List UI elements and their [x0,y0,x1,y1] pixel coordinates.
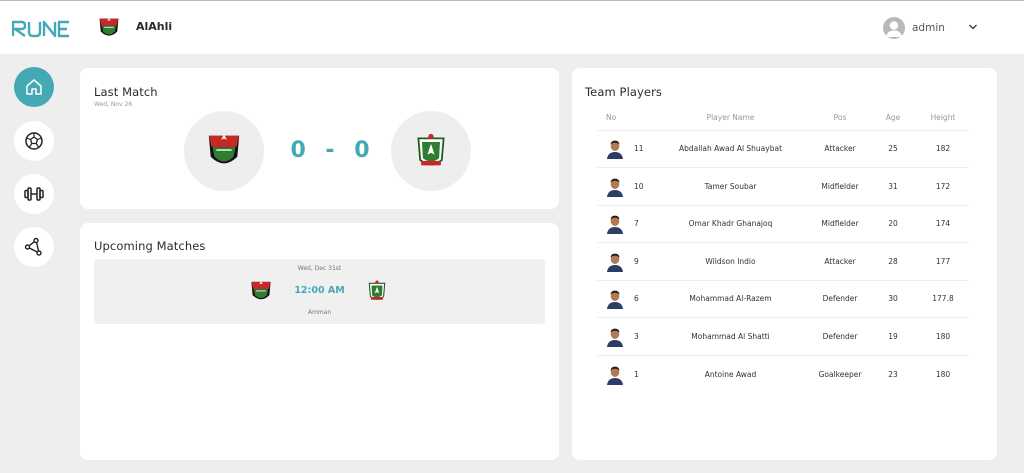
column-header-height[interactable]: Height [917,106,969,130]
player-age: 28 [869,242,917,280]
player-number-cell: 9 [597,242,650,280]
player-photo-icon [606,326,624,347]
away-score: 0 [354,138,372,163]
top-bar: AlAhli admin [0,0,1024,54]
team-players-table: No Player Name Pos Age Height 11 Abdalla… [597,106,969,393]
player-photo-icon [606,176,624,197]
upcoming-matches-title: Upcoming Matches [94,239,206,253]
player-photo-icon [606,251,624,272]
player-position: Midfielder [811,204,869,243]
player-number: 6 [634,294,639,304]
player-photo-icon [606,288,624,309]
player-name: Omar Khadr Ghanajoq [650,204,811,243]
alahli-crest-icon [205,130,243,172]
player-position: Defender [811,317,869,355]
player-photo-icon [606,138,624,159]
player-age: 25 [869,129,917,168]
column-header-player-name[interactable]: Player Name [650,106,811,130]
player-height: 177.8 [917,279,969,318]
network-icon [24,237,42,256]
player-position: Attacker [811,129,869,168]
player-age: 23 [869,354,917,393]
user-avatar-icon [883,17,905,39]
player-name: Abdallah Awad Al Shuaybat [650,129,811,168]
sidebar-item-tactics[interactable] [14,227,54,267]
sidebar-item-home[interactable] [14,67,54,107]
sidebar-item-matches[interactable] [14,121,54,161]
upcoming-match-time: 12:00 AM [294,285,345,296]
player-name: Mohammad Al-Razem [650,279,811,318]
column-header-age[interactable]: Age [869,106,917,130]
player-photo-icon [606,213,624,234]
table-row[interactable]: 10 Tamer Soubar Midfielder 31 172 [597,167,969,205]
last-match-score: 0 - 0 [276,138,386,163]
column-header-pos[interactable]: Pos [811,106,869,130]
player-photo-icon [606,364,624,385]
upcoming-match-item[interactable]: Wed, Dec 31st 12:00 AM Amman [94,259,545,324]
player-position: Attacker [811,242,869,280]
upcoming-match-date: Wed, Dec 31st [297,265,342,272]
team-players-title: Team Players [585,85,663,99]
table-row[interactable]: 1 Antoine Awad Goalkeeper 23 180 [597,354,969,393]
table-row[interactable]: 7 Omar Khadr Ghanajoq Midfielder 20 174 [597,204,969,243]
upcoming-match-venue: Amman [307,309,332,316]
sidebar-item-training[interactable] [14,174,54,214]
table-header-row: No Player Name Pos Age Height [597,106,969,130]
player-position: Midfielder [811,167,869,205]
player-number: 3 [634,331,639,341]
player-number-cell: 3 [597,317,650,355]
soccer-ball-icon [25,132,43,150]
player-position: Goalkeeper [811,354,869,393]
player-age: 19 [869,317,917,355]
player-name: Tamer Soubar [650,167,811,205]
player-number-cell: 10 [597,167,650,205]
home-team-badge[interactable] [184,111,264,191]
column-header-no[interactable]: No [597,106,650,130]
chevron-down-icon[interactable] [968,22,978,32]
player-number: 7 [634,219,639,229]
player-height: 180 [917,354,969,393]
dumbbell-icon [24,187,44,201]
club-name: AlAhli [136,20,173,33]
home-score: 0 [290,138,308,163]
player-height: 177 [917,242,969,280]
club-crest-icon [96,15,122,41]
wahdat-crest-icon [413,131,449,171]
player-height: 180 [917,317,969,355]
last-match-title: Last Match [94,85,158,99]
last-match-date: Wed, Nov 26 [94,101,133,108]
player-age: 30 [869,279,917,318]
away-team-badge[interactable] [391,111,471,191]
table-row[interactable]: 3 Mohammad Al Shatti Defender 19 180 [597,317,969,355]
player-position: Defender [811,279,869,318]
player-number: 11 [634,144,644,154]
player-number-cell: 11 [597,129,650,168]
table-row[interactable]: 11 Abdallah Awad Al Shuaybat Attacker 25… [597,129,969,168]
player-number-cell: 7 [597,204,650,243]
table-row[interactable]: 6 Mohammad Al-Razem Defender 30 177.8 [597,279,969,318]
player-height: 182 [917,129,969,168]
player-number: 9 [634,256,639,266]
wahdat-crest-icon [366,278,388,304]
player-name: Mohammad Al Shatti [650,317,811,355]
player-age: 20 [869,204,917,243]
player-number-cell: 1 [597,354,650,393]
player-name: Antoine Awad [650,354,811,393]
table-row[interactable]: 9 Wildson Indio Attacker 28 177 [597,242,969,280]
player-age: 31 [869,167,917,205]
player-height: 172 [917,167,969,205]
user-menu[interactable]: admin [883,17,945,39]
player-height: 174 [917,204,969,243]
home-icon [26,79,42,95]
username: admin [912,22,945,34]
score-separator: - [325,138,337,163]
player-number: 10 [634,181,644,191]
player-number-cell: 6 [597,279,650,318]
rune-logo[interactable] [12,18,70,38]
player-name: Wildson Indio [650,242,811,280]
player-number: 1 [634,369,639,379]
